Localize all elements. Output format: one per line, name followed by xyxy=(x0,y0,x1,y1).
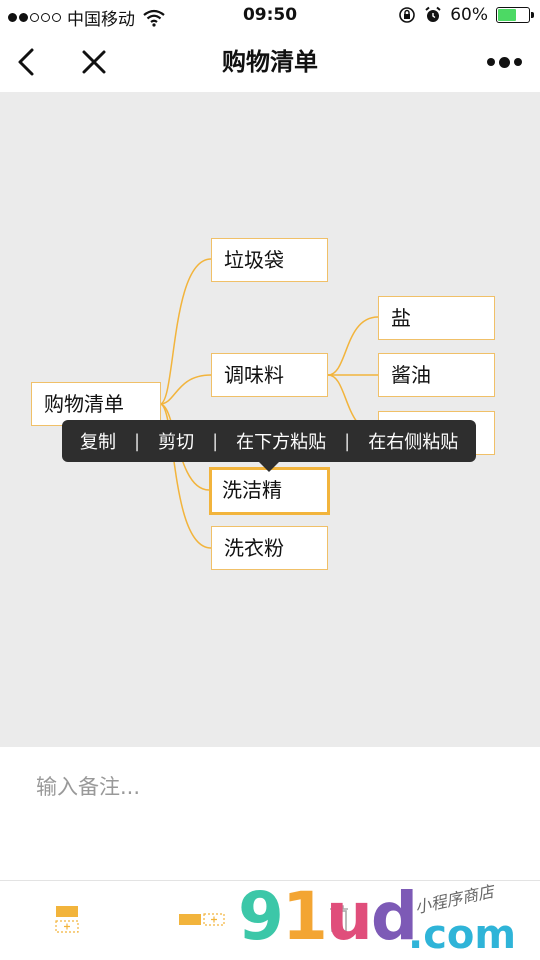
orientation-lock-icon xyxy=(399,7,416,23)
link-调味料-盐 xyxy=(327,316,379,376)
context-menu-pointer xyxy=(259,462,279,472)
note-area xyxy=(0,747,540,880)
node-dish-soap[interactable]: 洗洁精 xyxy=(209,467,330,515)
note-input[interactable] xyxy=(36,775,496,799)
node-seasoning[interactable]: 调味料 xyxy=(211,353,328,397)
node-soy-sauce[interactable]: 酱油 xyxy=(378,353,495,397)
more-options-icon[interactable] xyxy=(482,44,526,80)
node-laundry-powder[interactable]: 洗衣粉 xyxy=(211,526,328,570)
node-garbage-bags[interactable]: 垃圾袋 xyxy=(211,238,328,282)
menu-separator: | xyxy=(134,430,141,452)
delete-node-icon[interactable] xyxy=(322,901,356,937)
node-salt[interactable]: 盐 xyxy=(378,296,495,340)
menu-cut[interactable]: 剪切 xyxy=(140,428,194,454)
menu-separator: | xyxy=(344,430,351,452)
battery-percent: 60% xyxy=(450,5,488,25)
nav-bar: 购物清单 xyxy=(0,32,540,92)
context-menu: 复制 | 剪切 | 在下方粘贴 | 在右侧粘贴 xyxy=(62,420,476,472)
bottom-toolbar xyxy=(0,880,540,960)
status-bar: 中国移动 09:50 60% xyxy=(0,0,540,32)
close-icon[interactable] xyxy=(76,44,112,80)
battery-icon xyxy=(496,7,534,23)
menu-copy[interactable]: 复制 xyxy=(62,428,116,454)
mindmap-canvas[interactable]: 购物清单 垃圾袋 调味料 盐 酱油 洗洁精 洗衣粉 复制 | 剪切 | 在下方粘… xyxy=(0,92,540,747)
add-sibling-node-icon[interactable] xyxy=(178,901,228,937)
menu-separator: | xyxy=(212,430,219,452)
back-icon[interactable] xyxy=(10,44,46,80)
battery-level xyxy=(498,9,516,21)
alarm-clock-icon xyxy=(425,6,441,22)
menu-paste-below[interactable]: 在下方粘贴 xyxy=(218,428,326,454)
add-child-node-icon[interactable] xyxy=(54,901,82,937)
menu-paste-right[interactable]: 在右侧粘贴 xyxy=(350,428,458,454)
status-right: 60% xyxy=(398,5,534,25)
